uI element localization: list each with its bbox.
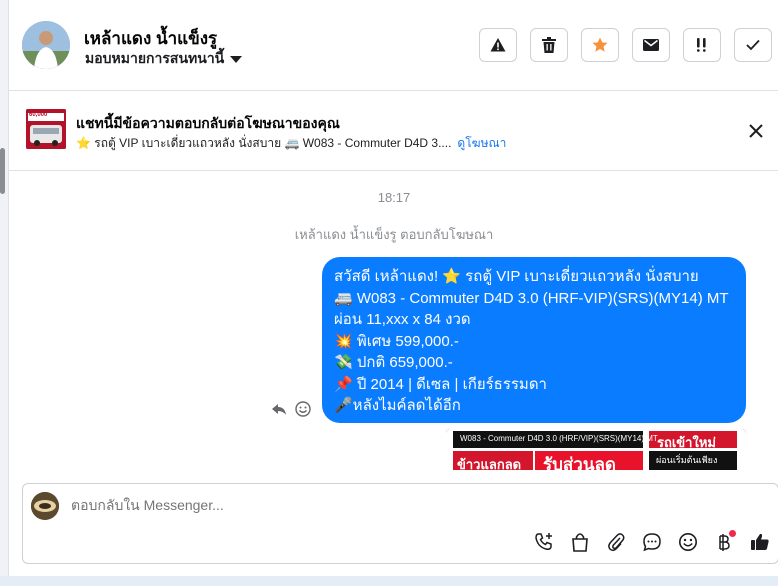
message-actions bbox=[271, 401, 311, 417]
image-promo-mid: รับส่วนลด bbox=[543, 455, 616, 470]
assign-conversation-dropdown[interactable]: มอบหมายการสนทนานี้ bbox=[85, 48, 243, 70]
star-icon bbox=[592, 37, 608, 52]
message-line: ผ่อน 11,xxx x 84 งวด bbox=[334, 311, 471, 328]
image-new-car-text: รถเข้าใหม่ bbox=[657, 435, 716, 450]
attachment-icon bbox=[608, 533, 625, 552]
mark-done-button[interactable] bbox=[734, 28, 772, 62]
chat-panel: เหล้าแดง น้ำแข็งรู มอบหมายการสนทนานี้ 60… bbox=[8, 0, 778, 576]
view-ad-link[interactable]: ดูโฆษณา bbox=[457, 136, 506, 150]
message-line: 💥 พิเศษ 599,000.- bbox=[334, 332, 459, 350]
image-banner-text: W083 - Commuter D4D 3.0 (HRF/VIP)(SRS)(M… bbox=[460, 434, 658, 443]
mark-spam-button[interactable] bbox=[683, 28, 721, 62]
message-line: 📌 ปี 2014 | ดีเซล | เกียร์ธรรมดา bbox=[334, 375, 547, 393]
message-timestamp: 18:17 bbox=[377, 190, 411, 205]
ad-banner-title: แชทนี้มีข้อความตอบกลับต่อโฆษณาของคุณ bbox=[76, 115, 340, 131]
ad-thumbnail[interactable]: 60,000 bbox=[26, 109, 66, 149]
delete-button[interactable] bbox=[530, 28, 568, 62]
message-line: สวัสดี เหล้าแดง! ⭐ รถตู้ VIP เบาะเดี่ยวแ… bbox=[334, 268, 699, 285]
message-line: 💸 ปกติ 659,000.- bbox=[334, 354, 453, 371]
thumbs-up-icon bbox=[751, 533, 769, 550]
mark-unread-button[interactable] bbox=[632, 28, 670, 62]
ad-reply-banner: 60,000 แชทนี้มีข้อความตอบกลับต่อโฆษณาของ… bbox=[9, 91, 778, 171]
chat-icon bbox=[643, 533, 661, 552]
mail-icon bbox=[643, 39, 659, 51]
message-line: 🚐 W083 - Commuter D4D 3.0 (HRF-VIP)(SRS)… bbox=[334, 289, 729, 307]
message-image[interactable]: W083 - Commuter D4D 3.0 (HRF/VIP)(SRS)(M… bbox=[446, 429, 746, 470]
reply-icon[interactable] bbox=[271, 401, 287, 417]
header-actions bbox=[479, 28, 772, 62]
composer-toolbar bbox=[532, 530, 772, 554]
shopping-bag-icon bbox=[572, 533, 588, 552]
notification-dot bbox=[729, 530, 736, 537]
trash-icon bbox=[542, 37, 556, 53]
shop-button[interactable] bbox=[568, 530, 592, 554]
call-add-icon bbox=[535, 533, 552, 550]
chat-header: เหล้าแดง น้ำแข็งรู มอบหมายการสนทนานี้ bbox=[9, 0, 778, 91]
outgoing-message-bubble[interactable]: สวัสดี เหล้าแดง! ⭐ รถตู้ VIP เบาะเดี่ยวแ… bbox=[322, 257, 746, 423]
assign-label: มอบหมายการสนทนานี้ bbox=[85, 50, 225, 66]
check-icon bbox=[746, 39, 760, 51]
ad-banner-subtitle: ⭐ รถตู้ VIP เบาะเดี่ยวแถวหลัง นั่งสบาย 🚐… bbox=[76, 134, 506, 153]
message-composer bbox=[22, 483, 778, 564]
payment-button[interactable] bbox=[712, 530, 736, 554]
like-button[interactable] bbox=[748, 530, 772, 554]
message-line: 🎤หลังไมค์ลดได้อีก bbox=[334, 397, 461, 414]
mark-suspicious-button[interactable] bbox=[479, 28, 517, 62]
close-banner-button[interactable] bbox=[747, 122, 765, 140]
image-promo-left: ข้าวแลกลด bbox=[457, 457, 522, 470]
ad-thumb-text: 60,000 bbox=[29, 112, 48, 118]
avatar[interactable] bbox=[22, 21, 70, 69]
close-icon bbox=[749, 124, 763, 138]
star-button[interactable] bbox=[581, 28, 619, 62]
emoji-button[interactable] bbox=[676, 530, 700, 554]
reply-input[interactable] bbox=[71, 497, 751, 513]
react-emoji-icon[interactable] bbox=[295, 401, 311, 417]
ad-reply-note: เหล้าแดง น้ำแข็งรู ตอบกลับโฆษณา bbox=[294, 227, 494, 242]
emoji-icon bbox=[679, 533, 697, 551]
image-promo-right: ผ่อนเริ่มต้นเพียง bbox=[656, 455, 718, 465]
ad-description: ⭐ รถตู้ VIP เบาะเดี่ยวแถวหลัง นั่งสบาย 🚐… bbox=[76, 136, 452, 150]
caret-down-icon bbox=[230, 55, 243, 63]
left-scrollbar[interactable] bbox=[0, 148, 5, 194]
warning-icon bbox=[490, 38, 506, 52]
bottom-strip bbox=[0, 576, 778, 586]
page-avatar bbox=[31, 492, 59, 520]
call-add-button[interactable] bbox=[532, 530, 556, 554]
saved-replies-button[interactable] bbox=[640, 530, 664, 554]
flag-spam-icon bbox=[697, 38, 706, 52]
attach-button[interactable] bbox=[604, 530, 628, 554]
